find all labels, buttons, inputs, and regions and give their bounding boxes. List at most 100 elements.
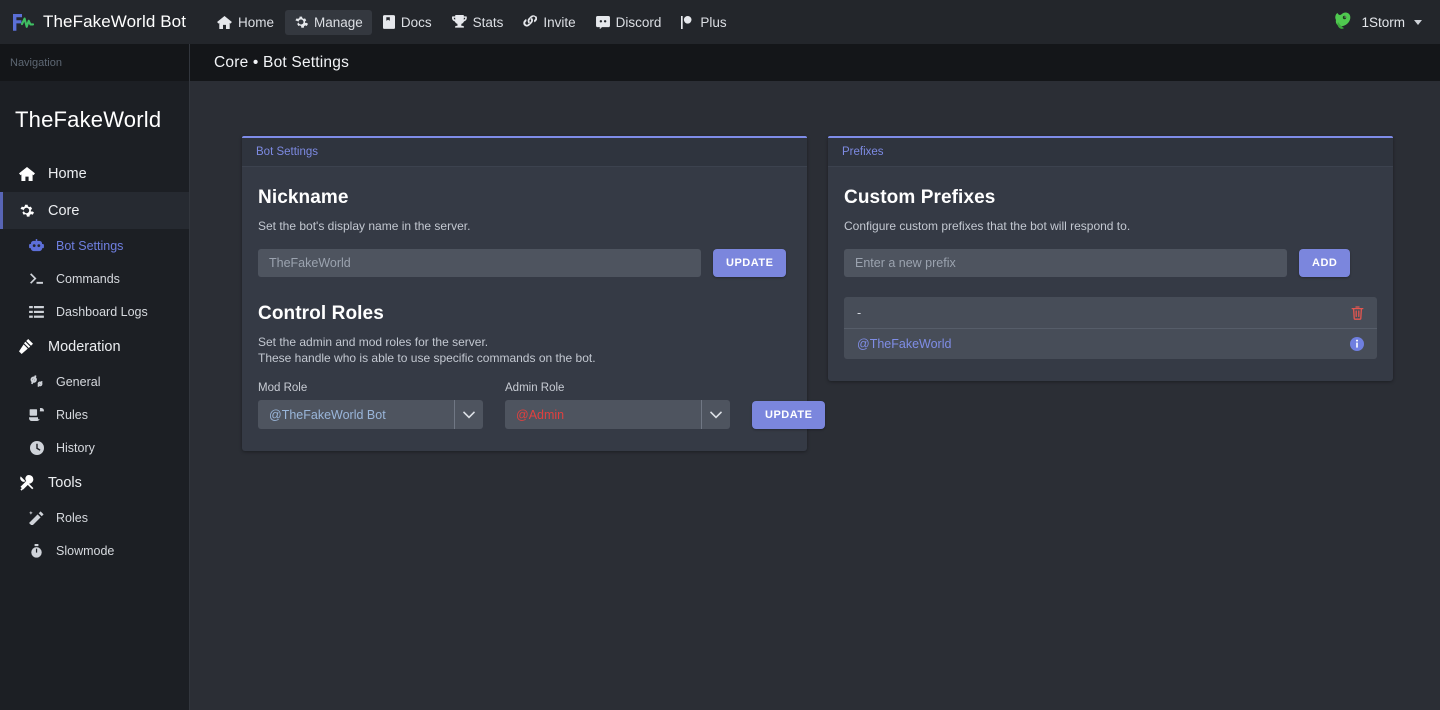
admin-role-label: Admin Role — [505, 382, 565, 394]
nickname-heading: Nickname — [258, 187, 349, 208]
robot-icon — [28, 239, 45, 252]
page-layout: Navigation TheFakeWorld Home Core Bot Se… — [0, 44, 1440, 710]
chevron-down-icon[interactable] — [701, 400, 730, 429]
nav-link-manage[interactable]: Manage — [285, 9, 372, 35]
nav-link-label: Discord — [615, 14, 662, 30]
nickname-field-row: UPDATE — [258, 249, 791, 277]
link-icon — [523, 15, 538, 29]
bot-settings-card-body: Nickname Set the bot's display name in t… — [242, 167, 826, 451]
magic-wand-icon — [28, 510, 45, 525]
page-title: Core • Bot Settings — [214, 53, 350, 71]
add-prefix-button[interactable]: ADD — [1299, 249, 1351, 277]
list-icon — [28, 305, 45, 318]
sidebar-item-commands[interactable]: Commands — [0, 262, 189, 295]
home-icon — [217, 15, 232, 29]
nav-link-label: Home — [238, 14, 275, 30]
prefixes-card: Prefixes Custom Prefixes Configure custo… — [828, 136, 1393, 381]
trophy-icon — [451, 15, 467, 29]
nickname-update-button[interactable]: UPDATE — [713, 249, 787, 277]
sidebar-item-dashboard-logs[interactable]: Dashboard Logs — [0, 295, 189, 328]
sidebar-item-label: Moderation — [48, 338, 121, 355]
prefix-value: - — [857, 305, 862, 320]
nav-link-stats[interactable]: Stats — [443, 10, 513, 35]
custom-prefixes-heading: Custom Prefixes — [844, 187, 996, 208]
admin-role-group: Admin Role @Admin — [505, 382, 730, 429]
chevron-down-icon[interactable] — [454, 400, 483, 429]
prefix-list-item[interactable]: - — [844, 297, 1377, 328]
control-roles-heading: Control Roles — [258, 303, 384, 324]
sidebar-item-label: Dashboard Logs — [56, 304, 148, 319]
prefix-value: @TheFakeWorld — [857, 337, 952, 351]
nav-link-label: Plus — [700, 14, 727, 30]
mod-role-group: Mod Role @TheFakeWorld Bot — [258, 382, 483, 429]
server-name: TheFakeWorld — [15, 107, 162, 132]
green-creature-avatar-icon — [1333, 11, 1353, 33]
sidebar-item-history[interactable]: History — [0, 431, 189, 464]
sidebar-item-bot-settings[interactable]: Bot Settings — [0, 229, 189, 262]
nav-link-label: Stats — [472, 14, 504, 30]
home-icon — [17, 166, 36, 181]
terminal-icon — [28, 272, 45, 285]
sidebar-item-label: Rules — [56, 407, 88, 422]
navbar-links: Home Manage Docs Stats Invite Discord Pl… — [208, 9, 1333, 35]
stopwatch-icon — [28, 543, 45, 558]
navigation-label: Navigation — [10, 56, 62, 69]
sidebar-item-label: Tools — [48, 474, 82, 491]
control-roles-row: Mod Role @TheFakeWorld Bot Admin Role @A… — [258, 382, 826, 429]
admin-role-value: @Admin — [516, 407, 565, 422]
nav-link-label: Invite — [543, 14, 576, 30]
flag-icon — [681, 15, 694, 29]
tools-icon — [17, 474, 36, 491]
control-roles-description-1: Set the admin and mod roles for the serv… — [258, 335, 489, 349]
admin-role-select[interactable]: @Admin — [505, 400, 730, 429]
sidebar-item-general[interactable]: General — [0, 365, 189, 398]
nickname-input[interactable] — [258, 249, 701, 277]
custom-prefixes-description: Configure custom prefixes that the bot w… — [844, 219, 1131, 233]
sidebar-item-label: Roles — [56, 510, 88, 525]
sidebar-item-label: Commands — [56, 271, 120, 286]
top-navbar: TheFakeWorld Bot Home Manage Docs Stats … — [0, 0, 1440, 44]
sidebar-item-tools[interactable]: Tools — [0, 464, 189, 501]
nickname-description: Set the bot's display name in the server… — [258, 219, 471, 233]
prefix-list-item[interactable]: @TheFakeWorld — [844, 328, 1377, 359]
prefix-input[interactable] — [844, 249, 1287, 277]
sidebar-item-roles[interactable]: Roles — [0, 501, 189, 534]
chart-pulse-logo-icon — [12, 12, 34, 32]
bot-settings-card: Bot Settings Nickname Set the bot's disp… — [242, 136, 826, 451]
scroll-icon — [28, 408, 45, 421]
mod-role-select[interactable]: @TheFakeWorld Bot — [258, 400, 483, 429]
info-icon[interactable] — [1347, 337, 1367, 351]
clock-icon — [28, 440, 45, 455]
sidebar-item-slowmode[interactable]: Slowmode — [0, 534, 189, 567]
brand-logo-link[interactable]: TheFakeWorld Bot — [12, 12, 186, 32]
bot-settings-card-header: Bot Settings — [242, 138, 807, 167]
cogs-icon — [28, 375, 45, 388]
nav-link-discord[interactable]: Discord — [587, 10, 671, 35]
sidebar-item-core[interactable]: Core — [0, 192, 189, 229]
sidebar-item-home[interactable]: Home — [0, 155, 189, 192]
gear-icon — [17, 203, 36, 218]
prefix-list: - @TheFakeWorld — [844, 297, 1377, 359]
sidebar-item-label: General — [56, 374, 101, 389]
nav-link-label: Docs — [400, 14, 432, 30]
sidebar-item-moderation[interactable]: Moderation — [0, 328, 189, 365]
user-name: 1Storm — [1361, 14, 1405, 30]
trash-icon[interactable] — [1347, 305, 1367, 320]
user-menu[interactable]: 1Storm — [1333, 11, 1426, 33]
discord-icon — [595, 15, 610, 29]
nav-link-invite[interactable]: Invite — [514, 10, 584, 35]
control-roles-update-button[interactable]: UPDATE — [752, 401, 826, 429]
sidebar-topbar: Navigation — [0, 44, 189, 81]
nav-link-docs[interactable]: Docs — [374, 10, 441, 35]
sidebar-item-label: Bot Settings — [56, 238, 124, 253]
sidebar-item-label: Slowmode — [56, 543, 115, 558]
nav-link-home[interactable]: Home — [208, 10, 283, 35]
gear-icon — [294, 15, 309, 29]
sidebar-item-label: History — [56, 440, 95, 455]
sidebar-item-rules[interactable]: Rules — [0, 398, 189, 431]
prefix-field-row: ADD — [844, 249, 1377, 277]
sidebar: Navigation TheFakeWorld Home Core Bot Se… — [0, 44, 190, 710]
caret-down-icon — [1414, 19, 1422, 25]
nav-link-plus[interactable]: Plus — [672, 10, 735, 35]
card-title: Bot Settings — [256, 146, 319, 158]
